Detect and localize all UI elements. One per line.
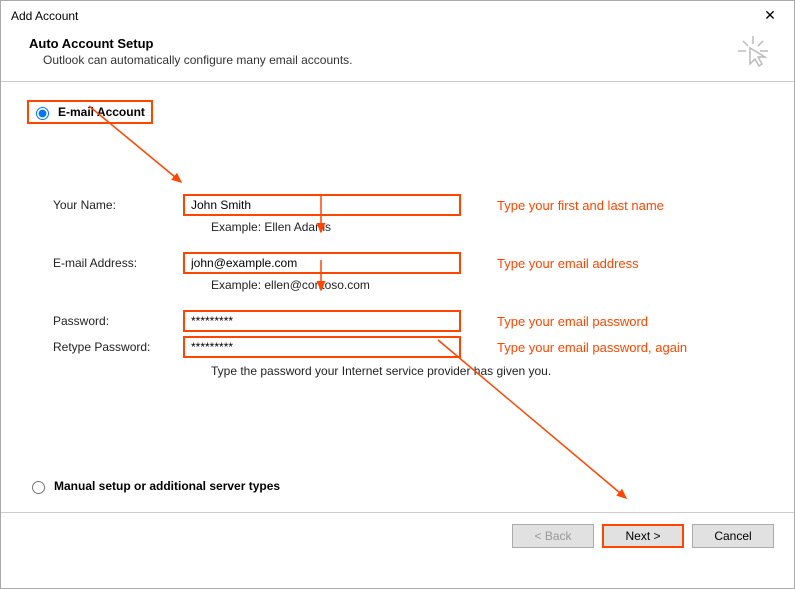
row-retype-password: Retype Password: Type your email passwor… xyxy=(53,336,768,358)
label-password: Password: xyxy=(53,314,183,328)
label-name: Your Name: xyxy=(53,198,183,212)
wizard-header: Auto Account Setup Outlook can automatic… xyxy=(1,26,794,81)
hint-password: Type your email password xyxy=(497,314,648,329)
form-area: Your Name: Type your first and last name… xyxy=(53,194,768,378)
input-name[interactable] xyxy=(183,194,461,216)
hint-email: Type your email address xyxy=(497,256,639,271)
cursor-icon xyxy=(736,34,770,71)
row-name: Your Name: Type your first and last name xyxy=(53,194,768,216)
hint-name: Type your first and last name xyxy=(497,198,664,213)
example-email: Example: ellen@contoso.com xyxy=(211,278,768,292)
row-password: Password: Type your email password xyxy=(53,310,768,332)
radio-email-account-highlight: E-mail Account xyxy=(27,100,153,124)
next-button[interactable]: Next > xyxy=(602,524,684,548)
window-title: Add Account xyxy=(11,9,78,23)
radio-manual[interactable] xyxy=(32,481,45,494)
radio-manual-label: Manual setup or additional server types xyxy=(54,479,280,493)
wizard-footer: < Back Next > Cancel xyxy=(1,513,794,558)
password-note: Type the password your Internet service … xyxy=(211,364,768,378)
input-password[interactable] xyxy=(183,310,461,332)
close-icon[interactable]: ✕ xyxy=(756,7,784,24)
cancel-button[interactable]: Cancel xyxy=(692,524,774,548)
back-button: < Back xyxy=(512,524,594,548)
radio-manual-row: Manual setup or additional server types xyxy=(27,478,280,494)
hint-retype-password: Type your email password, again xyxy=(497,340,687,355)
radio-email-account-label: E-mail Account xyxy=(58,105,145,119)
wizard-body: E-mail Account Your Name: Type your firs… xyxy=(1,82,794,512)
example-name: Example: Ellen Adams xyxy=(211,220,768,234)
label-email: E-mail Address: xyxy=(53,256,183,270)
add-account-window: Add Account ✕ Auto Account Setup Outlook… xyxy=(0,0,795,589)
label-retype-password: Retype Password: xyxy=(53,340,183,354)
titlebar: Add Account ✕ xyxy=(1,1,794,26)
header-title: Auto Account Setup xyxy=(29,36,766,51)
row-email: E-mail Address: Type your email address xyxy=(53,252,768,274)
radio-email-account[interactable] xyxy=(36,107,49,120)
input-retype-password[interactable] xyxy=(183,336,461,358)
input-email[interactable] xyxy=(183,252,461,274)
header-subtitle: Outlook can automatically configure many… xyxy=(43,53,766,67)
